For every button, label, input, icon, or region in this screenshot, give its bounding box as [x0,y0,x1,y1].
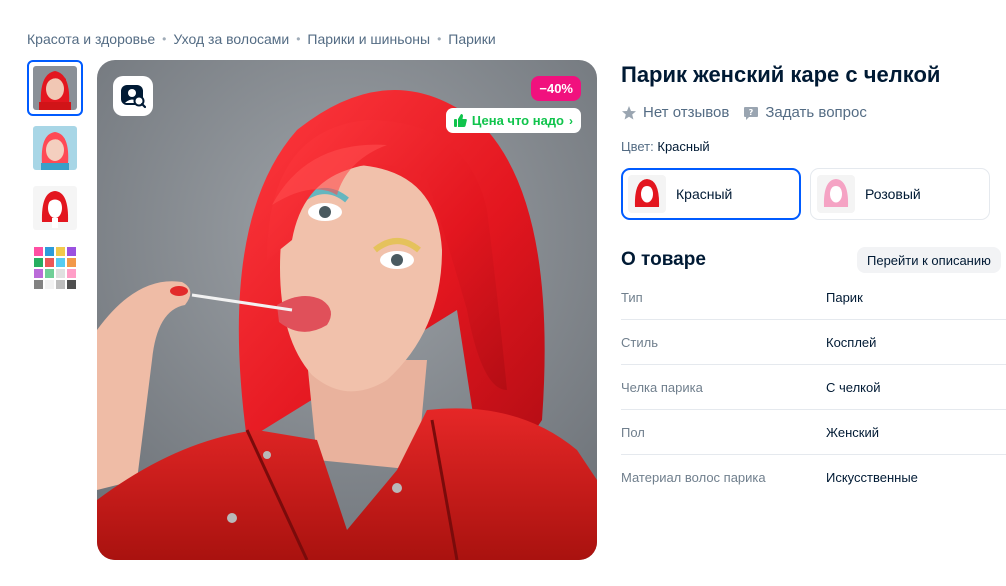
variant-pink-label: Розовый [865,186,921,202]
breadcrumb-separator: • [437,32,442,46]
thumbnail-4[interactable] [27,240,83,296]
reviews-text: Нет отзывов [643,104,730,121]
thumbnail-list [27,60,83,300]
product-properties: Тип Парик Стиль Косплей Челка парика С ч… [621,275,1006,500]
variant-red[interactable]: Красный [621,168,801,220]
breadcrumb-separator: • [296,32,301,46]
property-value: Парик [826,289,863,305]
property-label: Материал волос парика [621,470,766,485]
breadcrumb-separator: • [162,32,167,46]
reviews-link[interactable]: Нет отзывов [621,104,729,121]
about-product-heading: О товаре [621,249,706,270]
property-value: Искусственные [826,470,918,485]
property-row: Челка парика С челкой [621,365,1006,410]
svg-text:?: ? [749,108,754,117]
price-tag-label: Цена что надо [471,113,564,128]
property-label: Тип [621,289,643,305]
property-value: Женский [826,424,879,440]
color-label: Цвет: [621,139,654,154]
thumbnail-2[interactable] [27,120,83,176]
variant-pink[interactable]: Розовый [810,168,990,220]
breadcrumb: Красота и здоровье • Уход за волосами • … [27,31,496,47]
thumbnail-image [33,246,77,290]
variant-pink-image [817,175,855,213]
product-meta: Нет отзывов ? Задать вопрос [621,104,881,121]
thumbnail-image [33,66,77,110]
visual-search-button[interactable] [113,76,153,116]
question-bubble-icon: ? [744,106,759,120]
thumbs-up-icon [453,114,467,127]
product-title: Парик женский каре с челкой [621,62,941,87]
product-photo-image [97,60,597,560]
color-selection-label: Цвет: Красный [621,139,710,154]
color-variants: Красный Розовый [621,168,990,220]
thumbnail-image [33,186,77,230]
color-value: Красный [657,139,710,154]
property-label: Стиль [621,334,658,350]
breadcrumb-item-wigs-hairpieces[interactable]: Парики и шиньоны [307,31,430,47]
property-row: Стиль Косплей [621,320,1006,365]
thumbnail-image [33,126,77,170]
property-label: Пол [621,424,645,440]
property-row: Материал волос парика Искусственные [621,455,1006,500]
discount-badge: −40% [531,76,581,101]
property-row: Тип Парик [621,275,1006,320]
breadcrumb-item-wigs[interactable]: Парики [448,31,495,47]
variant-red-label: Красный [676,186,733,202]
breadcrumb-item-beauty[interactable]: Красота и здоровье [27,31,155,47]
chevron-right-icon: › [569,113,573,128]
thumbnail-1[interactable] [27,60,83,116]
star-icon [622,105,636,119]
price-tag-badge[interactable]: Цена что надо › [445,108,581,133]
variant-red-image [628,175,666,213]
property-row: Пол Женский [621,410,1006,455]
property-value: Косплей [826,334,877,350]
image-search-icon [121,85,146,109]
ask-question-link[interactable]: ? Задать вопрос [743,104,867,121]
property-label: Челка парика [621,379,703,395]
property-value: С челкой [826,379,881,395]
main-product-photo[interactable]: −40% Цена что надо › [97,60,597,560]
go-to-description-button[interactable]: Перейти к описанию [857,247,1001,273]
breadcrumb-item-hair-care[interactable]: Уход за волосами [173,31,289,47]
thumbnail-3[interactable] [27,180,83,236]
ask-question-text: Задать вопрос [765,104,867,121]
